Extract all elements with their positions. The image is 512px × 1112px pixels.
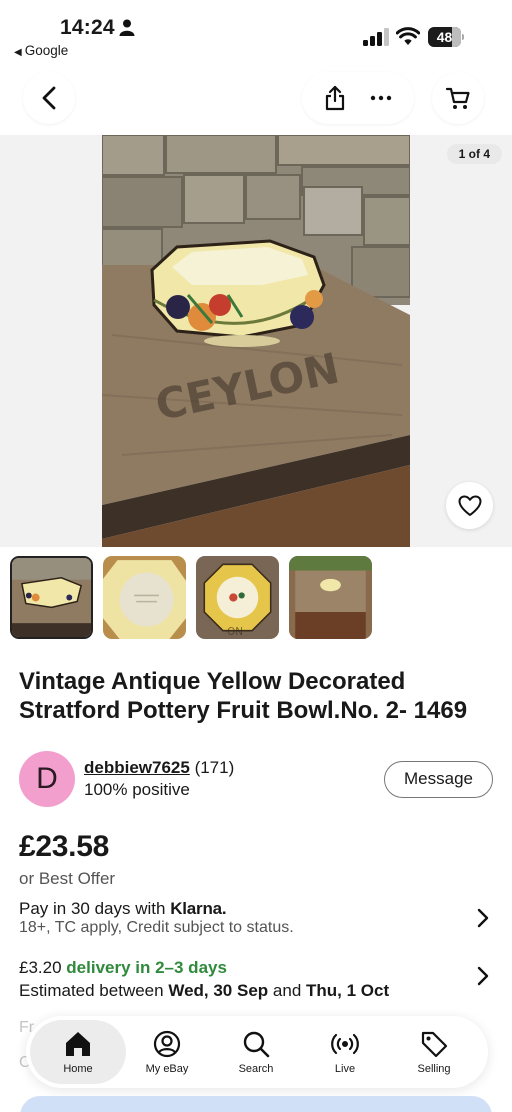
thumbnail-strip: ON (10, 556, 372, 640)
thumbnail-4[interactable] (289, 556, 372, 639)
cart-icon (445, 87, 470, 109)
tab-search-label: Search (238, 1063, 274, 1075)
delivery-row[interactable]: £3.20 delivery in 2–3 days (19, 958, 227, 978)
thumbnail-bowl-crate-image (289, 556, 372, 639)
back-to-app-link[interactable]: ◀ Google (14, 43, 68, 58)
price: £23.58 (19, 830, 109, 863)
wifi-icon (396, 27, 420, 45)
status-time: 14:24 (60, 16, 115, 39)
klarna-logo: Klarna. (170, 899, 227, 918)
tab-live[interactable]: Live (297, 1020, 393, 1084)
search-icon (243, 1031, 270, 1058)
live-icon (331, 1033, 359, 1055)
back-triangle-icon: ◀ (14, 47, 22, 58)
image-gallery[interactable]: CEYLON 1 of 4 1 of 4 (0, 135, 512, 547)
tab-my-ebay-label: My eBay (145, 1063, 189, 1075)
seller-info: debbiew7625 (171) (84, 758, 234, 778)
delivery-and: and (272, 981, 302, 1000)
tag-icon (421, 1031, 448, 1058)
bowl-photo-image: CEYLON (102, 135, 410, 547)
chevron-left-icon (42, 86, 56, 110)
buy-button-peek[interactable] (20, 1096, 492, 1112)
image-counter-badge: 1 of 4 (446, 144, 502, 164)
delivery-est-prefix: Estimated between (19, 981, 164, 1000)
share-more-group (302, 72, 414, 124)
cart-button[interactable] (432, 72, 484, 124)
bottom-tab-bar: Home My eBay Search Live Selling (26, 1016, 488, 1088)
heart-icon (458, 495, 481, 516)
thumbnail-bowl-top-image: ON (196, 556, 279, 639)
seller-positive: 100% positive (84, 780, 190, 799)
battery-level: 48 (436, 29, 453, 45)
watchlist-button[interactable] (446, 482, 493, 529)
klarna-terms: 18+, TC apply, Credit subject to status. (19, 919, 294, 936)
thumbnail-bowl-side-image (12, 558, 91, 637)
seller-avatar[interactable]: D (19, 751, 75, 807)
tab-home[interactable]: Home (30, 1020, 126, 1084)
thumbnail-3[interactable]: ON (196, 556, 279, 639)
profile-icon (153, 1030, 181, 1058)
more-icon[interactable] (369, 94, 393, 102)
klarna-row[interactable]: Pay in 30 days with Klarna. (19, 899, 227, 919)
home-icon (66, 1032, 90, 1056)
tab-selling-label: Selling (417, 1063, 451, 1075)
delivery-date-to: Thu, 1 Oct (306, 981, 390, 1000)
tab-home-label: Home (63, 1063, 93, 1075)
tab-search[interactable]: Search (208, 1020, 304, 1084)
klarna-prefix: Pay in 30 days with (19, 899, 166, 918)
tab-live-label: Live (334, 1063, 356, 1075)
tab-my-ebay[interactable]: My eBay (119, 1020, 215, 1084)
klarna-chevron-icon[interactable] (476, 908, 490, 928)
seller-name-link[interactable]: debbiew7625 (84, 758, 190, 777)
tab-selling[interactable]: Selling (386, 1020, 482, 1084)
person-icon (119, 19, 135, 36)
delivery-cost: £3.20 (19, 958, 62, 977)
back-button[interactable] (23, 72, 75, 124)
back-app-label: Google (24, 43, 69, 58)
best-offer-label: or Best Offer (19, 869, 116, 888)
thumbnail-1[interactable] (10, 556, 93, 639)
listing-title: Vintage Antique Yellow Decorated Stratfo… (19, 668, 468, 724)
battery-icon: 48 (428, 27, 464, 47)
delivery-estimate: Estimated between Wed, 30 Sep and Thu, 1… (19, 981, 389, 1001)
seller-feedback-count: (171) (194, 758, 235, 777)
svg-text:ON: ON (227, 626, 243, 638)
delivery-date-from: Wed, 30 Sep (168, 981, 269, 1000)
delivery-speed: delivery in 2–3 days (66, 958, 227, 977)
product-photo[interactable]: CEYLON 1 of 4 (102, 135, 410, 547)
message-seller-button[interactable]: Message (384, 761, 493, 798)
thumbnail-bowl-underside-image (103, 556, 186, 639)
cellular-signal-icon (363, 28, 389, 46)
thumbnail-2[interactable] (103, 556, 186, 639)
share-icon[interactable] (323, 84, 347, 112)
status-bar: 14:24 ◀ Google 48 (0, 0, 512, 62)
delivery-chevron-icon[interactable] (476, 966, 490, 986)
